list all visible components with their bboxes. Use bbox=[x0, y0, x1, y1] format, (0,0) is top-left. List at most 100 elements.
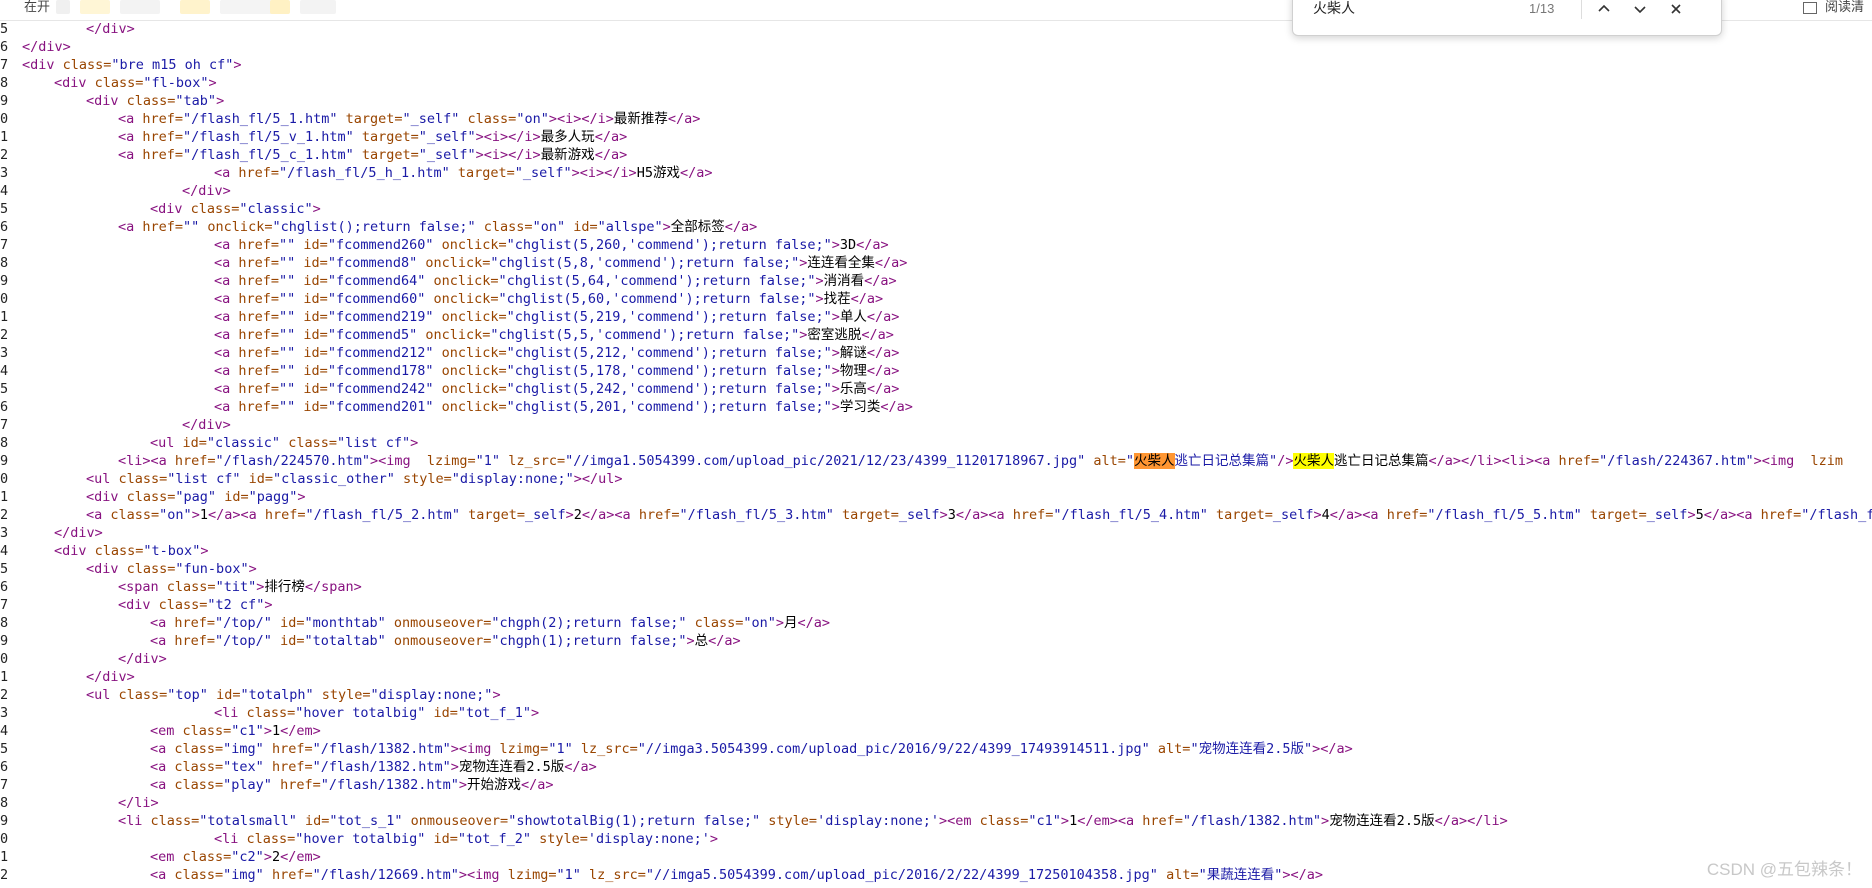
code-token: class= bbox=[182, 849, 232, 865]
code-token: class= bbox=[118, 687, 168, 703]
tab-label[interactable]: 在开 bbox=[24, 0, 50, 15]
code-token: href= bbox=[174, 633, 216, 649]
code-token: <ul bbox=[86, 471, 119, 487]
reading-mode-button[interactable]: 阅读清 bbox=[1802, 0, 1864, 15]
code-token: <a bbox=[214, 363, 239, 379]
code-token: </a> bbox=[866, 363, 900, 379]
code-token: "img" bbox=[223, 741, 264, 757]
source-code-view[interactable]: 5 </div> 6 </div> 7 <div class="bre m15 oh cf… bbox=[0, 20, 1872, 888]
code-text: <a class="img" href="/flash/1382.htm"><i… bbox=[150, 740, 1353, 758]
code-token: id= bbox=[425, 705, 458, 721]
code-token: "chglist(5,178,'commend');return false;" bbox=[506, 363, 832, 379]
line-number: 8 bbox=[0, 435, 9, 451]
code-token: "fcommend60" bbox=[327, 291, 426, 307]
code-token: "display:none;" bbox=[451, 471, 574, 487]
code-token: ><i></i> bbox=[475, 147, 541, 163]
code-token: "fcommend5" bbox=[327, 327, 418, 343]
code-token: "//imga3.5054399.com/upload_pic/2016/9/2… bbox=[637, 741, 1150, 757]
close-icon[interactable] bbox=[1663, 0, 1689, 23]
code-token: <a bbox=[150, 741, 175, 757]
code-token: href= bbox=[238, 237, 280, 253]
code-token: "/flash_fl/5_ bbox=[1801, 507, 1872, 523]
code-token: onclick= bbox=[433, 381, 507, 397]
code-token: href= bbox=[1142, 813, 1183, 829]
code-token: 全部标签 bbox=[670, 219, 725, 235]
code-token: href= bbox=[1386, 507, 1428, 523]
line-number: 5 bbox=[0, 201, 9, 217]
code-token: 找茬 bbox=[823, 291, 851, 307]
code-token: onclick= bbox=[425, 291, 499, 307]
code-token: " bbox=[1125, 453, 1135, 469]
chevron-up-icon[interactable] bbox=[1591, 0, 1617, 23]
line-number: 7 bbox=[0, 417, 9, 433]
line-number: 0 bbox=[0, 111, 9, 127]
code-token: "/flash_fl/5_5.htm" bbox=[1427, 507, 1582, 523]
code-token: </a> bbox=[797, 615, 831, 631]
code-token: > bbox=[686, 633, 695, 649]
code-line: 5 <div class="fun-box"> bbox=[0, 560, 1872, 578]
code-token: href= bbox=[263, 759, 313, 775]
code-token: href= bbox=[142, 219, 184, 235]
line-number: 6 bbox=[0, 219, 9, 235]
code-token: </a></li> bbox=[1434, 813, 1508, 829]
code-token: _self bbox=[898, 507, 940, 523]
code-token: </a> bbox=[861, 327, 894, 343]
find-input[interactable] bbox=[1311, 0, 1495, 17]
code-token: "fcommend64" bbox=[327, 273, 426, 289]
code-token: lzimg= bbox=[507, 867, 557, 883]
code-line: 5 <div class="classic"> bbox=[0, 200, 1872, 218]
code-token: onclick= bbox=[199, 219, 273, 235]
code-token: <a bbox=[118, 129, 143, 145]
code-line: 1 <em class="c2">2</em> bbox=[0, 848, 1872, 866]
code-token: class= bbox=[158, 597, 208, 613]
code-line: 3 <li class="hover totalbig" id="tot_f_1"… bbox=[0, 704, 1872, 722]
code-token: target= bbox=[353, 147, 419, 163]
code-token: ><img bbox=[1753, 453, 1811, 469]
code-token: </span> bbox=[304, 579, 362, 595]
code-line: 6 <a class="tex" href="/flash/1382.htm">宠… bbox=[0, 758, 1872, 776]
code-token: href= bbox=[638, 507, 680, 523]
chevron-down-icon[interactable] bbox=[1627, 0, 1653, 23]
code-token: id= bbox=[271, 633, 305, 649]
code-token: > bbox=[815, 291, 824, 307]
code-token: <div bbox=[86, 93, 127, 109]
line-number: 3 bbox=[0, 705, 9, 721]
code-token: "chgph(1);return false;" bbox=[491, 633, 687, 649]
code-token: id= bbox=[295, 273, 328, 289]
line-number: 5 bbox=[0, 21, 9, 37]
code-token: > bbox=[831, 399, 840, 415]
code-text: <a href="/flash_fl/5_c_1.htm" target="_s… bbox=[118, 146, 627, 164]
code-token: <a bbox=[214, 309, 239, 325]
code-token: <a bbox=[86, 507, 111, 523]
code-token: </a> bbox=[564, 759, 597, 775]
current-search-match: 火柴人 bbox=[1134, 453, 1175, 469]
code-line: 2 <a href="" id="fcommend5" onclick="chgl… bbox=[0, 326, 1872, 344]
code-line: 8 <ul id="classic" class="list cf"> bbox=[0, 434, 1872, 452]
code-token: </a> bbox=[594, 129, 628, 145]
line-number: 2 bbox=[0, 327, 9, 343]
code-token: "fcommend201" bbox=[327, 399, 434, 415]
code-line: 5 <a class="img" href="/flash/1382.htm"><… bbox=[0, 740, 1872, 758]
code-text: <a href="" id="fcommend5" onclick="chgli… bbox=[214, 326, 894, 344]
code-token: <a bbox=[214, 327, 239, 343]
code-token: "/top/" bbox=[215, 615, 272, 631]
blurred-tab bbox=[180, 0, 210, 14]
code-token: <a bbox=[118, 147, 143, 163]
code-token: > bbox=[233, 57, 242, 73]
code-token: id= bbox=[296, 813, 330, 829]
code-text: <a href="" id="fcommend8" onclick="chgli… bbox=[214, 254, 907, 272]
code-token: </a><a bbox=[1703, 507, 1761, 523]
code-text: <ul class="top" id="totalph" style="disp… bbox=[86, 686, 501, 704]
code-token: "pag" bbox=[175, 489, 217, 505]
code-token: </a></li><li><a bbox=[1428, 453, 1559, 469]
code-token: </a> bbox=[667, 111, 701, 127]
code-text: <a href="" id="fcommend60" onclick="chgl… bbox=[214, 290, 883, 308]
code-line: 0 <a href="/flash_fl/5_1.htm" target="_se… bbox=[0, 110, 1872, 128]
code-token: _self bbox=[524, 507, 566, 523]
code-token: ></a> bbox=[1282, 867, 1323, 883]
code-token: id= bbox=[271, 615, 305, 631]
code-token: href= bbox=[238, 381, 280, 397]
code-token: > bbox=[410, 435, 419, 451]
code-token: onclick= bbox=[417, 255, 491, 271]
code-text: <li class="totalsmall" id="tot_s_1" onmo… bbox=[118, 812, 1508, 830]
